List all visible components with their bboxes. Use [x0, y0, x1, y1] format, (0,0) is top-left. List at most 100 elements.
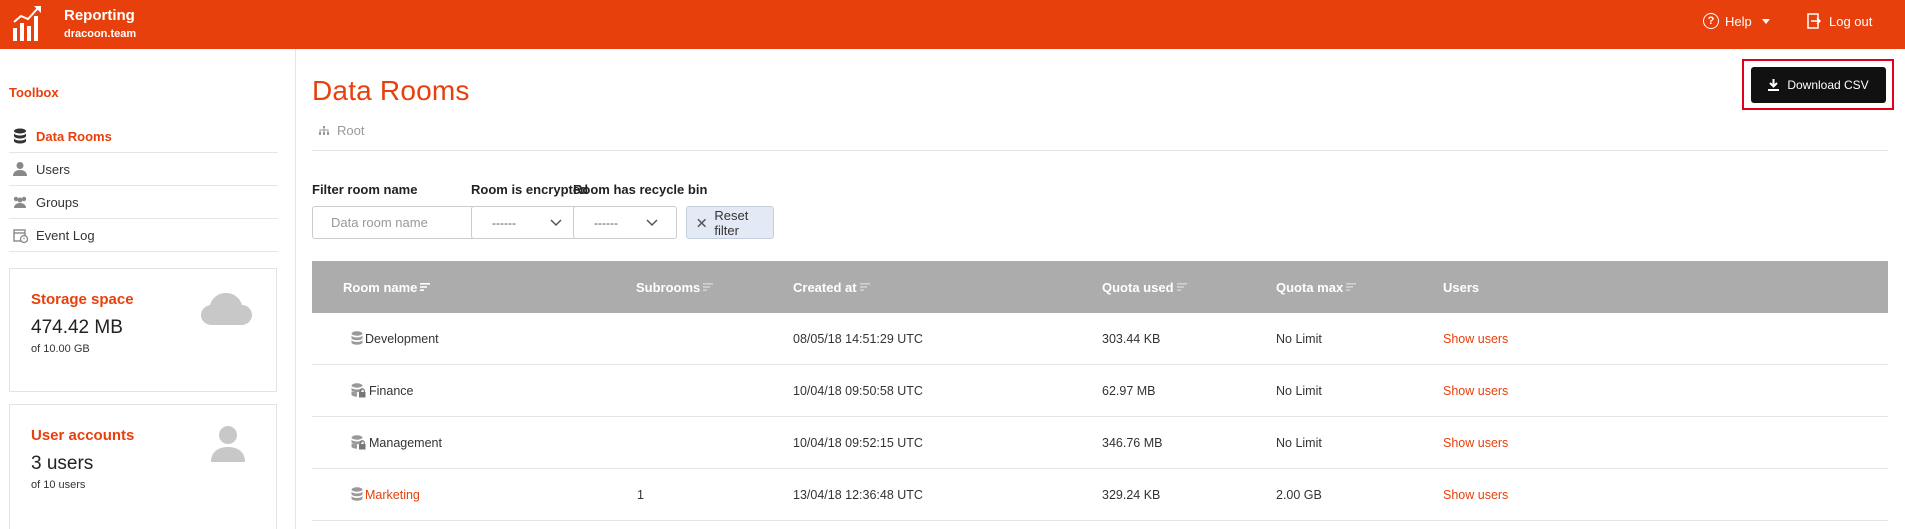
- help-icon: ?: [1703, 13, 1719, 29]
- hierarchy-icon: [319, 126, 329, 135]
- sidebar-item-label: Groups: [36, 194, 79, 210]
- column-label: Subrooms: [636, 279, 701, 295]
- subrooms-count: 1: [637, 488, 644, 502]
- card-subtitle: of 10 users: [31, 479, 86, 491]
- sidebar-item-data-rooms[interactable]: Data Rooms: [9, 120, 278, 153]
- room-name: Finance: [369, 384, 414, 398]
- column-header-room-name[interactable]: Room name: [343, 261, 431, 313]
- column-label: Quota max: [1276, 279, 1344, 295]
- show-users-link[interactable]: Show users: [1443, 469, 1508, 521]
- room-name: Development: [365, 332, 439, 346]
- page-title: Data Rooms: [312, 75, 470, 106]
- cloud-icon: [201, 293, 252, 325]
- column-header-quota-used[interactable]: Quota used: [1102, 261, 1187, 313]
- column-header-quota-max[interactable]: Quota max: [1276, 261, 1357, 313]
- show-users-link[interactable]: Show users: [1443, 365, 1508, 417]
- help-label: Help: [1725, 13, 1752, 29]
- quota-used: 62.97 MB: [1102, 384, 1156, 398]
- room-encrypted-label: Room is encrypted: [471, 182, 589, 197]
- column-label: Users: [1443, 279, 1480, 295]
- card-title: User accounts: [31, 427, 135, 444]
- quota-max: 2.00 GB: [1276, 488, 1322, 502]
- sidebar-item-label: Data Rooms: [36, 128, 112, 144]
- event-log-icon: [12, 227, 28, 243]
- column-header-created-at[interactable]: Created at: [793, 261, 870, 313]
- table-row[interactable]: Finance 10/04/18 09:50:58 UTC 62.97 MB N…: [312, 365, 1888, 417]
- select-value: ------: [492, 215, 516, 230]
- show-users-link[interactable]: Show users: [1443, 313, 1508, 365]
- room-name: Management: [369, 436, 442, 450]
- user-icon: [12, 161, 28, 177]
- sidebar-item-users[interactable]: Users: [9, 153, 278, 186]
- quota-used: 329.24 KB: [1102, 488, 1161, 502]
- logout-label: Log out: [1829, 13, 1873, 29]
- table-row[interactable]: Development 08/05/18 14:51:29 UTC 303.44…: [312, 313, 1888, 365]
- sort-icon: [703, 283, 714, 291]
- sidebar-item-event-log[interactable]: Event Log: [9, 219, 278, 252]
- table-header: Room name Subrooms Created at Quota used…: [312, 261, 1888, 313]
- card-title: Storage space: [31, 291, 134, 308]
- quota-max: No Limit: [1276, 384, 1322, 398]
- room-name-link[interactable]: Marketing: [365, 469, 420, 521]
- filter-room-name-label: Filter room name: [312, 182, 418, 197]
- sort-icon: [859, 283, 870, 291]
- download-csv-button[interactable]: Download CSV: [1751, 67, 1886, 103]
- reset-filter-label: Reset filter: [714, 207, 749, 238]
- breadcrumb-root[interactable]: Root: [337, 123, 364, 138]
- room-recycle-bin-label: Room has recycle bin: [573, 182, 708, 197]
- card-value: 474.42 MB: [31, 317, 123, 338]
- storage-space-card: Storage space 474.42 MB of 10.00 GB: [9, 268, 277, 392]
- top-bar: Reporting dracoon.team ? Help Log out: [0, 0, 1905, 49]
- user-icon: [211, 426, 245, 462]
- group-icon: [12, 194, 28, 210]
- sidebar: Toolbox Data Rooms Users Groups Event Lo…: [0, 49, 296, 529]
- created-at: 10/04/18 09:52:15 UTC: [793, 436, 923, 450]
- data-rooms-table: Room name Subrooms Created at Quota used…: [312, 261, 1888, 521]
- close-icon: [697, 218, 707, 227]
- quota-used: 346.76 MB: [1102, 436, 1163, 450]
- card-value: 3 users: [31, 453, 94, 474]
- select-value: ------: [594, 215, 618, 230]
- reporting-logo-icon[interactable]: [12, 4, 44, 42]
- column-label: Created at: [793, 279, 857, 295]
- created-at: 13/04/18 12:36:48 UTC: [793, 488, 923, 502]
- sort-icon: [1176, 283, 1187, 291]
- column-label: Room name: [343, 279, 418, 295]
- room-encrypted-select[interactable]: ------: [471, 206, 581, 239]
- download-csv-label: Download CSV: [1787, 78, 1869, 92]
- table-row[interactable]: Management 10/04/18 09:52:15 UTC 346.76 …: [312, 417, 1888, 469]
- sort-icon: [420, 283, 431, 291]
- help-menu[interactable]: ? Help: [1703, 13, 1770, 29]
- database-icon: [351, 487, 363, 501]
- quota-max: No Limit: [1276, 436, 1322, 450]
- database-icon: [12, 128, 28, 144]
- created-at: 08/05/18 14:51:29 UTC: [793, 332, 923, 346]
- column-header-subrooms[interactable]: Subrooms: [636, 261, 714, 313]
- logout-button[interactable]: Log out: [1807, 13, 1872, 29]
- reset-filter-button[interactable]: Reset filter: [686, 206, 774, 239]
- chevron-down-icon: [550, 219, 562, 227]
- logout-icon: [1807, 13, 1821, 29]
- created-at: 10/04/18 09:50:58 UTC: [793, 384, 923, 398]
- user-accounts-card: User accounts 3 users of 10 users: [9, 404, 277, 529]
- app-subtitle: dracoon.team: [64, 28, 137, 40]
- download-icon: [1768, 79, 1780, 91]
- sidebar-item-label: Event Log: [36, 227, 95, 243]
- app-title: Reporting: [64, 7, 135, 24]
- quota-max: No Limit: [1276, 332, 1322, 346]
- column-header-users: Users: [1443, 261, 1479, 313]
- chevron-down-icon: [646, 219, 658, 227]
- database-icon: [351, 331, 363, 345]
- breadcrumb[interactable]: Root: [319, 123, 364, 138]
- card-subtitle: of 10.00 GB: [31, 343, 90, 355]
- sidebar-item-label: Users: [36, 161, 70, 177]
- table-row[interactable]: Marketing 1 13/04/18 12:36:48 UTC 329.24…: [312, 469, 1888, 521]
- show-users-link[interactable]: Show users: [1443, 417, 1508, 469]
- room-recycle-bin-select[interactable]: ------: [573, 206, 677, 239]
- sort-icon: [1346, 283, 1357, 291]
- sidebar-item-groups[interactable]: Groups: [9, 186, 278, 219]
- encrypted-database-icon: [351, 435, 366, 450]
- divider: [312, 150, 1888, 151]
- sidebar-section-title: Toolbox: [9, 85, 59, 100]
- room-name-input[interactable]: [312, 206, 492, 239]
